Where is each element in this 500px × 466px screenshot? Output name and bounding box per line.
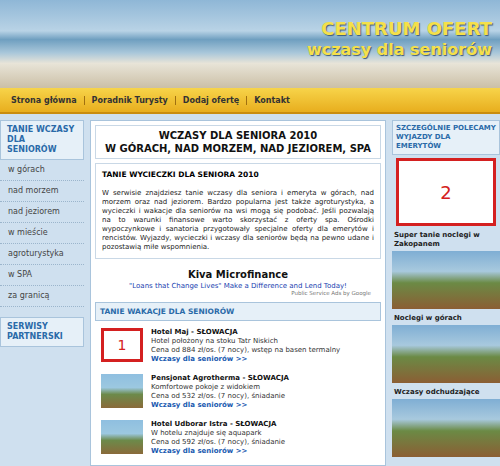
promo[interactable]: Noclegi w górach [392,312,500,383]
site-title: CENTRUM OFERT [321,18,492,40]
offer-name: Pensjonat Agrotherma - SŁOWACJA [151,374,289,383]
offer-link[interactable]: Wczasy dla seniorów >> [151,401,289,410]
offer-price: Cena od 884 zł/os. (7 nocy), wstęp na ba… [151,346,340,355]
site-subtitle: wczasy dla seniorów [307,40,492,60]
main-panel: WCZASY DLA SENIORA 2010W GÓRACH, NAD MOR… [90,120,386,466]
offer-link[interactable]: Wczasy dla seniorów >> [151,447,285,456]
sidebar-item[interactable]: nad jeziorem [0,202,84,223]
sidebar-item[interactable]: w SPA [0,265,84,286]
promo-caption[interactable]: Wczasy odchudzające [392,386,500,399]
promo[interactable]: Super tanie noclegi w Zakopanem [392,229,500,309]
sidebar-item[interactable]: w mieście [0,223,84,244]
offer-desc: W hotelu znajduje się aquapark [151,429,285,438]
ad[interactable]: Kiva Microfinance "Loans that Change Live… [95,263,381,298]
right-column: SZCZEGÓLNIE POLECAMY WYJAZDY DLA EMERYTÓ… [392,120,500,466]
page: CENTRUM OFERTwczasy dla seniorówStrona g… [0,0,500,466]
promo-photo[interactable] [392,251,500,309]
page-title: WCZASY DLA SENIORA 2010W GÓRACH, NAD MOR… [95,125,381,159]
sidebar: TANIE WCZASY DLA SENIORÓWw górachnad mor… [0,120,84,466]
nav-item[interactable]: Strona główna [4,96,85,105]
promo-caption[interactable]: Noclegi w górach [392,312,500,325]
promo-caption[interactable]: Super tanie noclegi w Zakopanem [392,229,500,251]
offer-link[interactable]: Wczasy dla seniorów >> [151,355,340,364]
promo-photo[interactable] [392,399,500,457]
nav-bar: Strona głównaPoradnik TurystyDodaj ofert… [0,88,500,114]
annotation-marker: 2 [396,158,496,226]
offer-desc: Hotel położony na stoku Tatr Niskich [151,337,340,346]
ad-title[interactable]: Kiva Microfinance [95,269,381,280]
sidebar-title: TANIE WCZASY DLA SENIORÓW [0,120,84,160]
offer-desc: Komfortowe pokoje z widokiem [151,383,289,392]
partners-title: SERWISY PARTNERSKI [0,317,84,347]
nav-item[interactable]: Dodaj ofertę [176,96,247,105]
intro-text: W serwisie znajdziesz tanie wczasy dla s… [102,189,374,252]
nav-item[interactable]: Poradnik Turysty [85,96,176,105]
offer-item: Pensjonat Agrotherma - SŁOWACJAKomfortow… [95,371,381,413]
offer-price: Cena od 592 zł/os. (7 nocy), śniadanie [151,438,285,447]
aside-title: SZCZEGÓLNIE POLECAMY WYJAZDY DLA EMERYTÓ… [392,120,500,155]
sidebar-item[interactable]: nad morzem [0,181,84,202]
offer-name: Hotel Udborar Istra - SŁOWACJA [151,420,285,429]
sidebar-item[interactable]: w górach [0,160,84,181]
content: TANIE WCZASY DLA SENIORÓWw górachnad mor… [0,114,500,466]
annotation-marker: 1 [101,328,143,362]
sidebar-item[interactable]: agroturystyka [0,244,84,265]
ad-text[interactable]: "Loans that Change Lives" Make a Differe… [95,282,381,290]
promo[interactable]: Wczasy odchudzające [392,386,500,457]
offer-photo[interactable] [101,374,143,408]
offers-title: TANIE WAKACJE DLA SENIORÓW [95,302,381,321]
offer-price: Cena od 532 zł/os. (7 nocy), śniadanie [151,392,289,401]
header-banner: CENTRUM OFERTwczasy dla seniorów [0,0,500,88]
nav-item[interactable]: Kontakt [247,96,297,105]
offer-photo[interactable] [101,420,143,454]
offer-photo[interactable]: 1 [101,328,143,362]
offer-name: Hotel Maj - SŁOWACJA [151,328,340,337]
promo-photo[interactable] [392,325,500,383]
offer-item: Hotel Udborar Istra - SŁOWACJAW hotelu z… [95,417,381,459]
ad-footer[interactable]: Public Service Ads by Google [95,290,381,296]
intro-title: TANIE WYCIECZKI DLA SENIORA 2010 [102,170,374,179]
intro: TANIE WYCIECZKI DLA SENIORA 2010 W serwis… [95,163,381,259]
offer-item: 1 Hotel Maj - SŁOWACJAHotel położony na s… [95,325,381,367]
sidebar-item[interactable]: za granicą [0,286,84,307]
